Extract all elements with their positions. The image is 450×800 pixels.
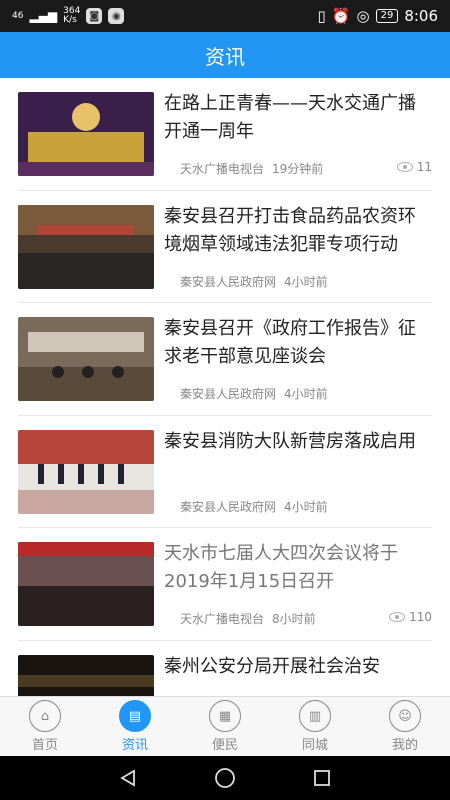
status-right: ▯ ⏰ ◎ 29 8:06: [318, 7, 438, 25]
vibrate-icon: ▯: [317, 7, 326, 25]
back-icon: [120, 769, 136, 787]
news-title[interactable]: 秦安县召开《政府工作报告》征求老干部意见座谈会: [164, 315, 432, 371]
signal-indicator: 46: [12, 10, 24, 21]
user-icon: ☺: [389, 700, 421, 732]
news-title[interactable]: 秦安县消防大队新营房落成启用: [164, 428, 432, 456]
app-notification-icon: ◙: [86, 8, 103, 24]
news-thumbnail: [18, 317, 154, 401]
tab-label: 我的: [391, 738, 418, 753]
system-nav-bar: [0, 756, 450, 800]
news-meta: 秦安县人民政府网 4小时前: [180, 273, 432, 290]
news-item[interactable]: 秦安县召开《政府工作报告》征求老干部意见座谈会 秦安县人民政府网 4小时前: [18, 303, 432, 416]
tab-label: 资讯: [121, 738, 148, 753]
tab-label: 首页: [31, 738, 58, 753]
tab-label: 便民: [211, 738, 238, 753]
grid-icon: ▦: [209, 700, 241, 732]
tab-label: 同城: [301, 738, 328, 753]
tab-city[interactable]: ▥ 同城: [270, 697, 360, 756]
home-button[interactable]: [213, 766, 237, 790]
news-title[interactable]: 秦安县召开打击食品药品农资环境烟草领域违法犯罪专项行动: [164, 203, 432, 259]
news-views: 11: [396, 160, 432, 174]
tab-news[interactable]: ▤ 资讯: [90, 697, 180, 756]
news-time: 4小时前: [284, 274, 328, 289]
status-left: 46 ▂▄▆ 364 K/s ◙ ◉: [12, 6, 125, 25]
page-title: 资讯: [205, 44, 245, 69]
news-meta: 天水广播电视台 19分钟前 11: [180, 160, 432, 177]
page-header: 资讯: [0, 32, 450, 78]
battery-indicator: 29: [375, 9, 399, 23]
news-item[interactable]: 秦安县消防大队新营房落成启用 秦安县人民政府网 4小时前: [18, 416, 432, 528]
recents-icon: [313, 770, 330, 786]
news-thumbnail: [18, 429, 154, 514]
view-count-icon: [396, 162, 413, 172]
news-source: 天水广播电视台: [180, 612, 265, 626]
news-time: 4小时前: [284, 387, 328, 401]
news-thumbnail: [18, 542, 154, 626]
news-time: 19分钟前: [272, 162, 324, 176]
news-title[interactable]: 在路上正青春——天水交通广播开通一周年: [164, 90, 432, 146]
news-item[interactable]: 秦州公安分局开展社会治安: [18, 641, 432, 696]
back-button[interactable]: [116, 766, 140, 790]
home-icon: ⌂: [29, 700, 61, 732]
news-title[interactable]: 秦州公安分局开展社会治安: [164, 653, 432, 681]
city-icon: ▥: [299, 700, 331, 732]
tab-home[interactable]: ⌂ 首页: [0, 697, 90, 756]
news-time: 8小时前: [272, 612, 316, 626]
news-source: 秦安县人民政府网: [180, 274, 277, 289]
bottom-tab-bar: ⌂ 首页 ▤ 资讯 ▦ 便民 ▥ 同城 ☺ 我的: [0, 696, 450, 756]
news-list[interactable]: 在路上正青春——天水交通广播开通一周年 天水广播电视台 19分钟前 11 秦安县…: [0, 78, 450, 696]
news-thumbnail: [18, 654, 154, 696]
signal-bars-icon: ▂▄▆: [29, 9, 58, 23]
news-thumbnail: [18, 92, 154, 176]
news-meta: 秦安县人民政府网 4小时前: [180, 385, 432, 402]
news-item[interactable]: 天水市七届人大四次会议将于2019年1月15日召开 天水广播电视台 8小时前 1…: [18, 528, 432, 641]
recents-button[interactable]: [310, 766, 334, 790]
news-source: 秦安县人民政府网: [180, 387, 277, 401]
tab-services[interactable]: ▦ 便民: [180, 697, 270, 756]
alarm-icon: ⏰: [331, 7, 351, 25]
news-source: 天水广播电视台: [180, 162, 265, 176]
news-meta: 天水广播电视台 8小时前 110: [180, 610, 432, 627]
news-meta: 秦安县人民政府网 4小时前: [180, 498, 432, 515]
news-icon: ▤: [119, 700, 151, 732]
view-count-icon: [389, 612, 406, 622]
status-bar: 46 ▂▄▆ 364 K/s ◙ ◉ ▯ ⏰ ◎ 29 8:06: [0, 0, 450, 32]
news-item[interactable]: 秦安县召开打击食品药品农资环境烟草领域违法犯罪专项行动 秦安县人民政府网 4小时…: [18, 191, 432, 303]
network-speed: 364 K/s: [63, 6, 81, 25]
eye-icon: ◎: [356, 7, 370, 25]
home-circle-icon: [215, 768, 235, 788]
tab-mine[interactable]: ☺ 我的: [360, 697, 450, 756]
news-time: 4小时前: [284, 499, 328, 514]
news-thumbnail: [18, 204, 154, 289]
news-views: 110: [389, 610, 432, 624]
news-source: 秦安县人民政府网: [180, 499, 277, 514]
app-notification-icon-2: ◉: [108, 8, 125, 24]
clock: 8:06: [404, 7, 438, 25]
news-title[interactable]: 天水市七届人大四次会议将于2019年1月15日召开: [164, 540, 432, 596]
news-item[interactable]: 在路上正青春——天水交通广播开通一周年 天水广播电视台 19分钟前 11: [18, 78, 432, 191]
